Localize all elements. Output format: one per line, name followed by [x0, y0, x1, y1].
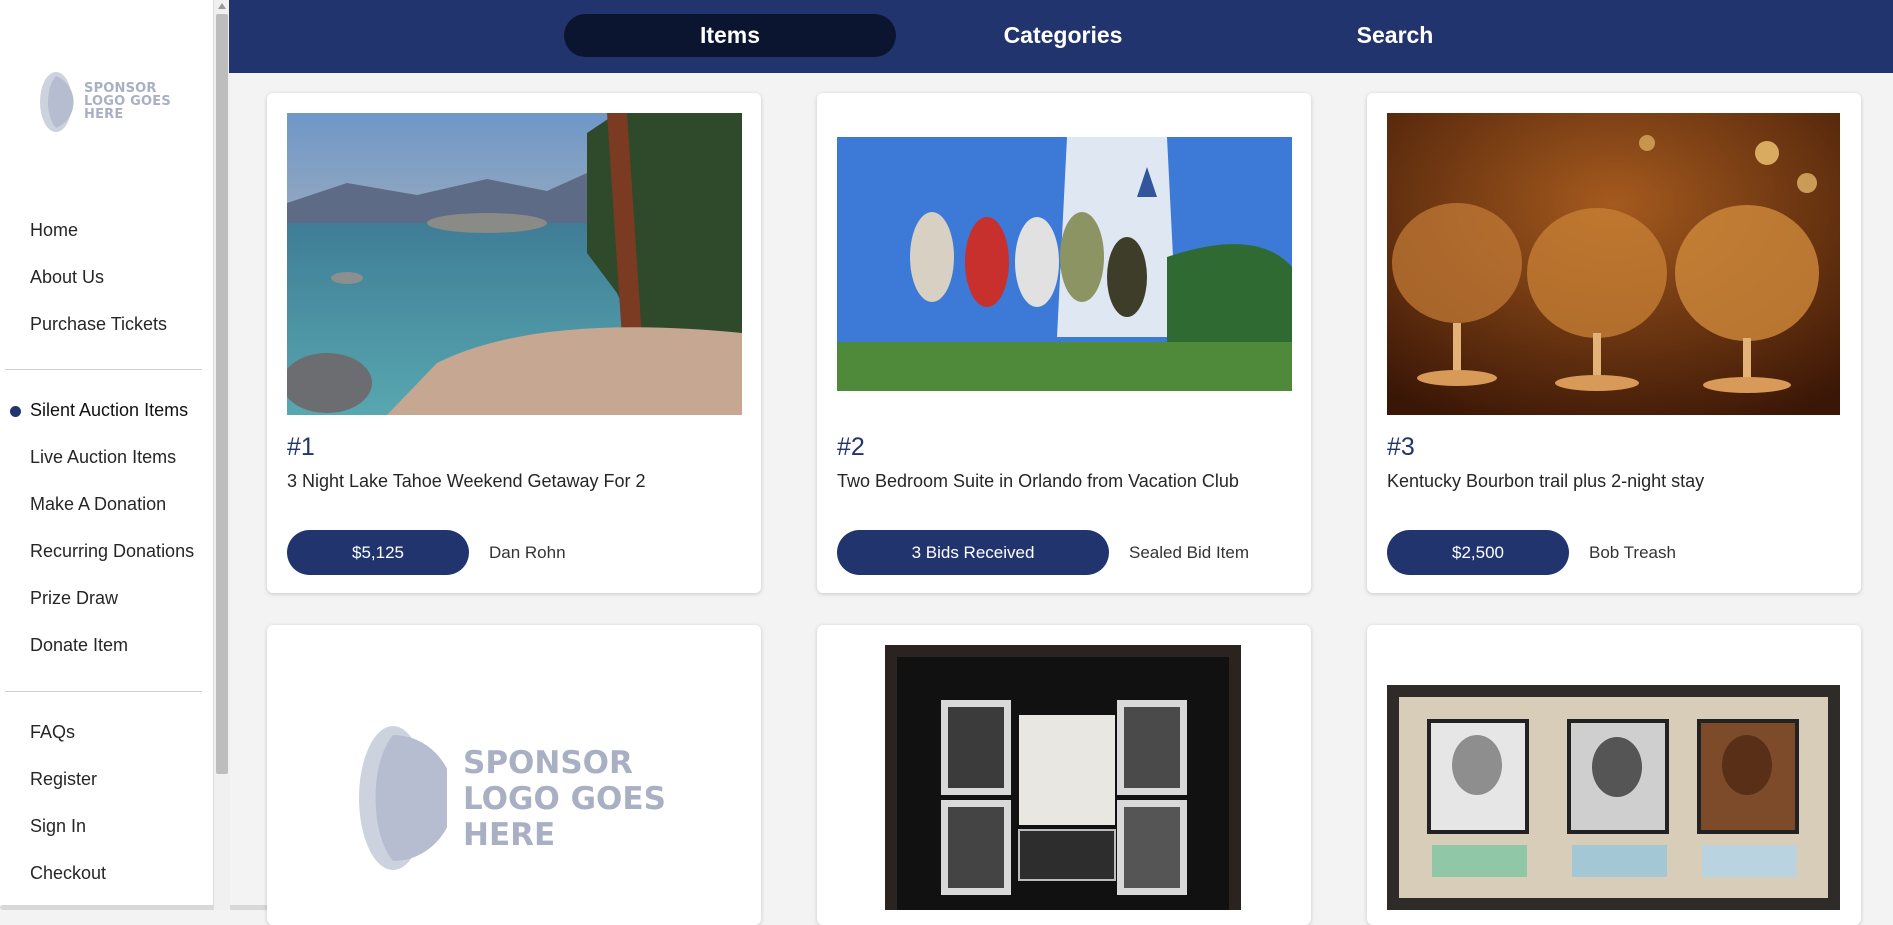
- item-card[interactable]: #1 3 Night Lake Tahoe Weekend Getaway Fo…: [267, 93, 761, 593]
- placeholder-logo-line-3: HERE: [463, 817, 556, 853]
- family-castle-photo[interactable]: [837, 137, 1292, 391]
- tab-search[interactable]: Search: [1229, 14, 1561, 57]
- item-number: #3: [1387, 433, 1415, 461]
- nav-home[interactable]: Home: [30, 220, 78, 241]
- bidder-name: Dan Rohn: [489, 543, 566, 562]
- current-bid-button[interactable]: $2,500: [1387, 530, 1569, 575]
- item-card[interactable]: [817, 625, 1311, 925]
- top-nav-bar: Items Categories Search: [229, 0, 1893, 73]
- nav-donate-item[interactable]: Donate Item: [30, 635, 128, 656]
- sports-legends-framed-collage[interactable]: [1387, 685, 1840, 910]
- nav-sign-in[interactable]: Sign In: [30, 816, 86, 837]
- nav-checkout[interactable]: Checkout: [30, 863, 106, 884]
- lake-tahoe-photo[interactable]: [287, 113, 742, 415]
- item-title[interactable]: Two Bedroom Suite in Orlando from Vacati…: [837, 471, 1239, 492]
- lincoln-framed-collage[interactable]: [885, 645, 1241, 910]
- nav-purchase-tickets[interactable]: Purchase Tickets: [30, 314, 167, 335]
- nav-live-auction-items[interactable]: Live Auction Items: [30, 447, 176, 468]
- nav-silent-auction-items[interactable]: Silent Auction Items: [30, 400, 188, 421]
- item-number: #2: [837, 433, 865, 461]
- scrollbar-thumb[interactable]: [216, 14, 228, 774]
- sidebar-scrollbar[interactable]: [213, 0, 230, 910]
- tab-items[interactable]: Items: [564, 14, 896, 57]
- scroll-up-arrow-icon[interactable]: [218, 3, 226, 9]
- nav-prize-draw[interactable]: Prize Draw: [30, 588, 118, 609]
- sponsor-logo-placeholder[interactable]: SPONSOR LOGO GOES HERE: [357, 723, 687, 873]
- active-indicator-dot: [10, 406, 21, 417]
- nav-register[interactable]: Register: [30, 769, 97, 790]
- item-number: #1: [287, 433, 315, 461]
- sidebar-divider: [5, 369, 202, 370]
- sealed-bid-label: Sealed Bid Item: [1129, 543, 1250, 562]
- item-title[interactable]: 3 Night Lake Tahoe Weekend Getaway For 2: [287, 471, 646, 492]
- sponsor-logo: SPONSOR LOGO GOES HERE: [38, 70, 178, 140]
- nav-faqs[interactable]: FAQs: [30, 722, 75, 743]
- item-card[interactable]: #2 Two Bedroom Suite in Orlando from Vac…: [817, 93, 1311, 593]
- tab-categories[interactable]: Categories: [897, 14, 1229, 57]
- placeholder-logo-line-2: LOGO GOES: [463, 781, 666, 817]
- nav-make-a-donation[interactable]: Make A Donation: [30, 494, 166, 515]
- item-card[interactable]: SPONSOR LOGO GOES HERE: [267, 625, 761, 925]
- nav-about-us[interactable]: About Us: [30, 267, 104, 288]
- item-card[interactable]: [1367, 625, 1861, 925]
- sponsor-logo-line-3: HERE: [84, 107, 124, 122]
- item-card[interactable]: #3 Kentucky Bourbon trail plus 2-night s…: [1367, 93, 1861, 593]
- bidder-name: Bob Treash: [1589, 543, 1676, 562]
- bids-received-button[interactable]: 3 Bids Received: [837, 530, 1109, 575]
- placeholder-logo-line-1: SPONSOR: [463, 745, 633, 781]
- sidebar-divider: [5, 691, 202, 692]
- bourbon-glasses-photo[interactable]: [1387, 113, 1840, 415]
- sidebar: SPONSOR LOGO GOES HERE Home About Us Pur…: [0, 0, 410, 910]
- item-title[interactable]: Kentucky Bourbon trail plus 2-night stay: [1387, 471, 1704, 492]
- current-bid-button[interactable]: $5,125: [287, 530, 469, 575]
- nav-recurring-donations[interactable]: Recurring Donations: [30, 541, 194, 562]
